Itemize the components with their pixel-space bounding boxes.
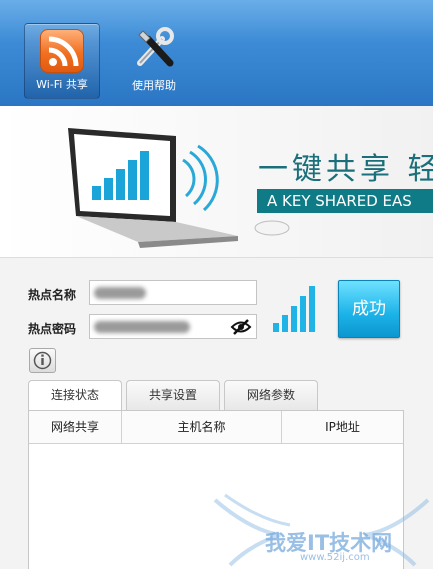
help-label: 使用帮助 bbox=[132, 79, 176, 92]
wifi-share-label: Wi-Fi 共享 bbox=[36, 78, 88, 91]
hotspot-name-field[interactable] bbox=[89, 280, 257, 305]
column-header-network-share[interactable]: 网络共享 bbox=[29, 411, 122, 444]
slogan-bar: A KEY SHARED EAS bbox=[257, 189, 433, 213]
hide-password-icon[interactable] bbox=[230, 318, 252, 336]
slogan-english: A KEY SHARED EAS bbox=[267, 192, 412, 210]
tab-connection-status[interactable]: 连接状态 bbox=[28, 380, 122, 412]
info-icon bbox=[33, 351, 52, 370]
signal-strength-icon bbox=[273, 286, 315, 332]
info-button[interactable] bbox=[29, 348, 56, 373]
success-button[interactable]: 成功 bbox=[338, 280, 400, 338]
mouse-icon bbox=[254, 220, 290, 236]
promo-banner: 一键共享 轻 A KEY SHARED EAS bbox=[0, 106, 433, 258]
help-button[interactable]: 使用帮助 bbox=[116, 23, 192, 99]
slogan-chinese: 一键共享 轻 bbox=[258, 152, 433, 187]
laptop-signal-illustration bbox=[68, 128, 238, 248]
hotspot-password-field[interactable] bbox=[89, 314, 257, 339]
hotspot-name-label: 热点名称 bbox=[28, 288, 77, 302]
column-header-host-name[interactable]: 主机名称 bbox=[122, 411, 282, 444]
tools-icon bbox=[137, 27, 174, 67]
tab-network-params[interactable]: 网络参数 bbox=[224, 380, 318, 411]
column-header-ip-address[interactable]: IP地址 bbox=[282, 411, 403, 444]
hotspot-password-label: 热点密码 bbox=[28, 322, 77, 336]
top-toolbar: Wi-Fi 共享 使用帮助 bbox=[0, 0, 433, 106]
watermark-url: www.52ij.com bbox=[300, 552, 370, 563]
wifi-share-button[interactable]: Wi-Fi 共享 bbox=[24, 23, 100, 99]
rss-icon bbox=[40, 29, 84, 73]
tab-share-settings[interactable]: 共享设置 bbox=[126, 380, 220, 411]
